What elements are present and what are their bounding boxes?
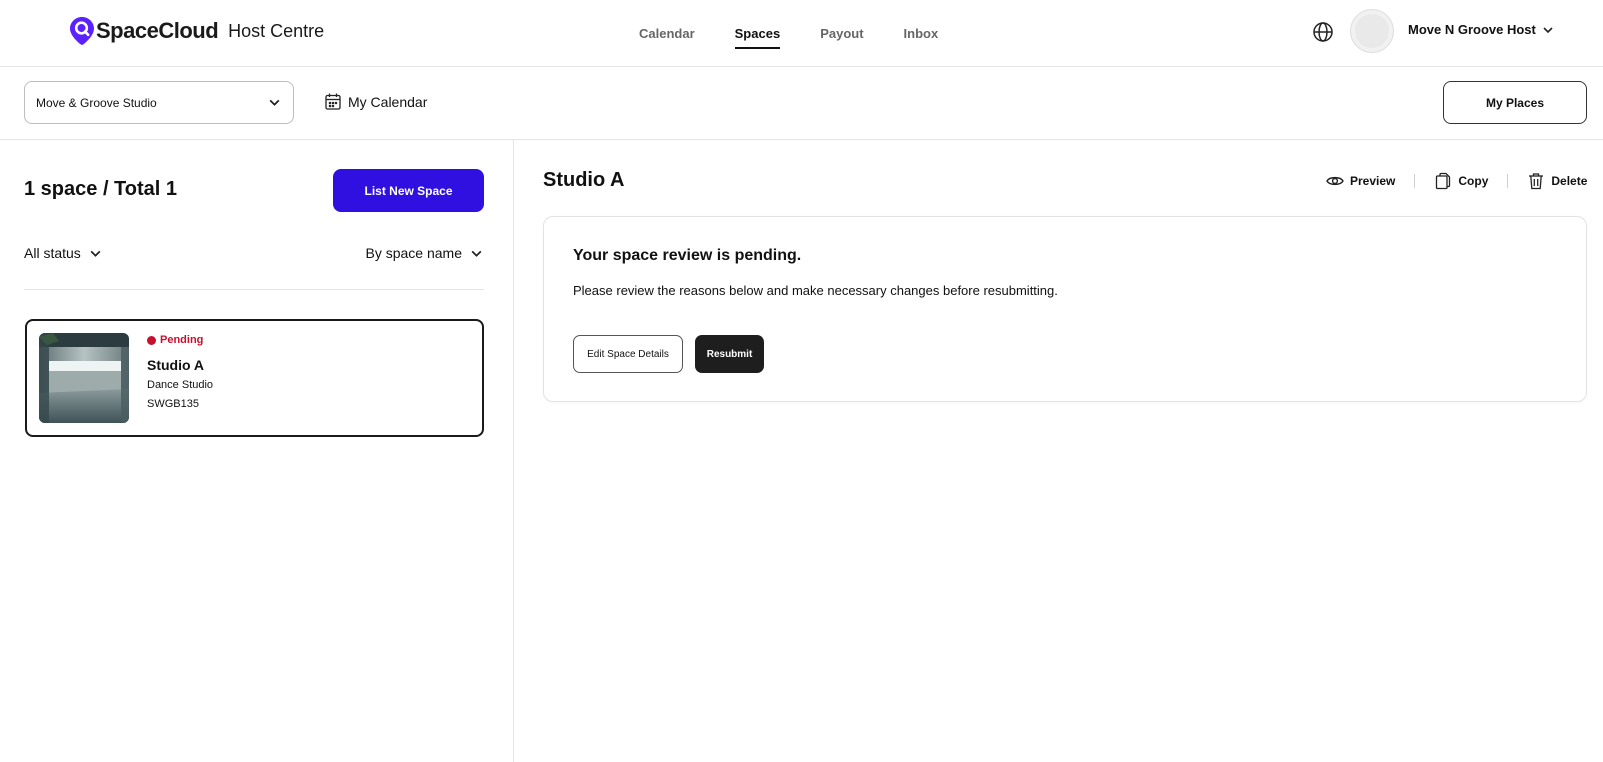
status-label: Pending	[160, 334, 204, 346]
brand-section: Host Centre	[228, 20, 325, 41]
venue-toolbar: Move & Groove Studio My Calendar My Plac…	[0, 67, 1603, 140]
main-tabs: Calendar Spaces Payout Inbox	[620, 0, 958, 66]
review-pending-card: Your space review is pending. Please rev…	[543, 216, 1587, 402]
spaces-list-panel: 1 space / Total 1 List New Space All sta…	[0, 140, 514, 762]
eye-icon	[1326, 176, 1344, 186]
divider	[24, 289, 484, 290]
space-card[interactable]: Pending Studio A Dance Studio SWGB135	[25, 319, 484, 437]
avatar[interactable]	[1350, 9, 1394, 53]
action-separator	[1414, 174, 1416, 188]
tab-spaces[interactable]: Spaces	[715, 0, 801, 66]
user-name: Move N Groove Host	[1408, 22, 1536, 37]
tab-payout[interactable]: Payout	[800, 0, 883, 66]
brand-name: SpaceCloud	[96, 18, 219, 43]
top-navigation: SpaceCloud Host Centre Calendar Spaces P…	[0, 0, 1603, 67]
preview-button[interactable]: Preview	[1326, 172, 1395, 190]
space-card-title: Studio A	[147, 357, 205, 373]
list-new-space-button[interactable]: List New Space	[333, 169, 484, 212]
venue-select-value: Move & Groove Studio	[36, 95, 157, 110]
space-card-type: Dance Studio	[147, 379, 214, 391]
trash-icon	[1529, 173, 1544, 190]
preview-label: Preview	[1350, 174, 1396, 188]
status-filter-label: All status	[24, 245, 81, 261]
copy-label: Copy	[1458, 174, 1489, 188]
user-menu[interactable]: Move N Groove Host	[1408, 22, 1554, 37]
review-heading: Your space review is pending.	[573, 247, 802, 264]
resubmit-button[interactable]: Resubmit	[695, 335, 764, 373]
chevron-down-icon	[471, 250, 482, 257]
action-separator	[1507, 174, 1509, 188]
my-places-button[interactable]: My Places	[1443, 81, 1587, 124]
my-calendar-link[interactable]: My Calendar	[325, 93, 427, 110]
chevron-down-icon	[269, 99, 280, 106]
studio-photo-image	[39, 333, 129, 423]
delete-button[interactable]: Delete	[1527, 172, 1587, 190]
calendar-icon	[325, 93, 341, 110]
venue-select[interactable]: Move & Groove Studio	[24, 81, 294, 124]
space-thumbnail	[39, 333, 129, 423]
space-card-code: SWGB135	[147, 398, 199, 410]
chevron-down-icon	[1543, 26, 1553, 33]
globe-icon[interactable]	[1312, 21, 1334, 43]
location-pin-logo-icon	[70, 17, 94, 45]
copy-button[interactable]: Copy	[1434, 172, 1488, 190]
space-actions: Preview Copy Delete	[1326, 172, 1587, 190]
space-count: 1 space / Total 1	[24, 178, 178, 200]
delete-label: Delete	[1551, 174, 1588, 188]
sort-filter[interactable]: By space name	[366, 245, 484, 261]
review-message: Please review the reasons below and make…	[573, 283, 1058, 298]
brand-logo[interactable]: SpaceCloud Host Centre	[70, 17, 324, 45]
chevron-down-icon	[90, 250, 101, 257]
sort-filter-label: By space name	[365, 245, 463, 261]
copy-icon	[1436, 172, 1451, 190]
status-dot	[147, 335, 156, 345]
status-badge: Pending	[147, 334, 203, 346]
my-calendar-label: My Calendar	[348, 93, 428, 110]
edit-space-details-button[interactable]: Edit Space Details	[573, 335, 683, 373]
tab-inbox[interactable]: Inbox	[884, 0, 959, 66]
tab-calendar[interactable]: Calendar	[620, 0, 715, 66]
avatar-placeholder	[1355, 14, 1389, 48]
space-detail-title: Studio A	[543, 169, 625, 191]
status-filter[interactable]: All status	[24, 245, 102, 261]
